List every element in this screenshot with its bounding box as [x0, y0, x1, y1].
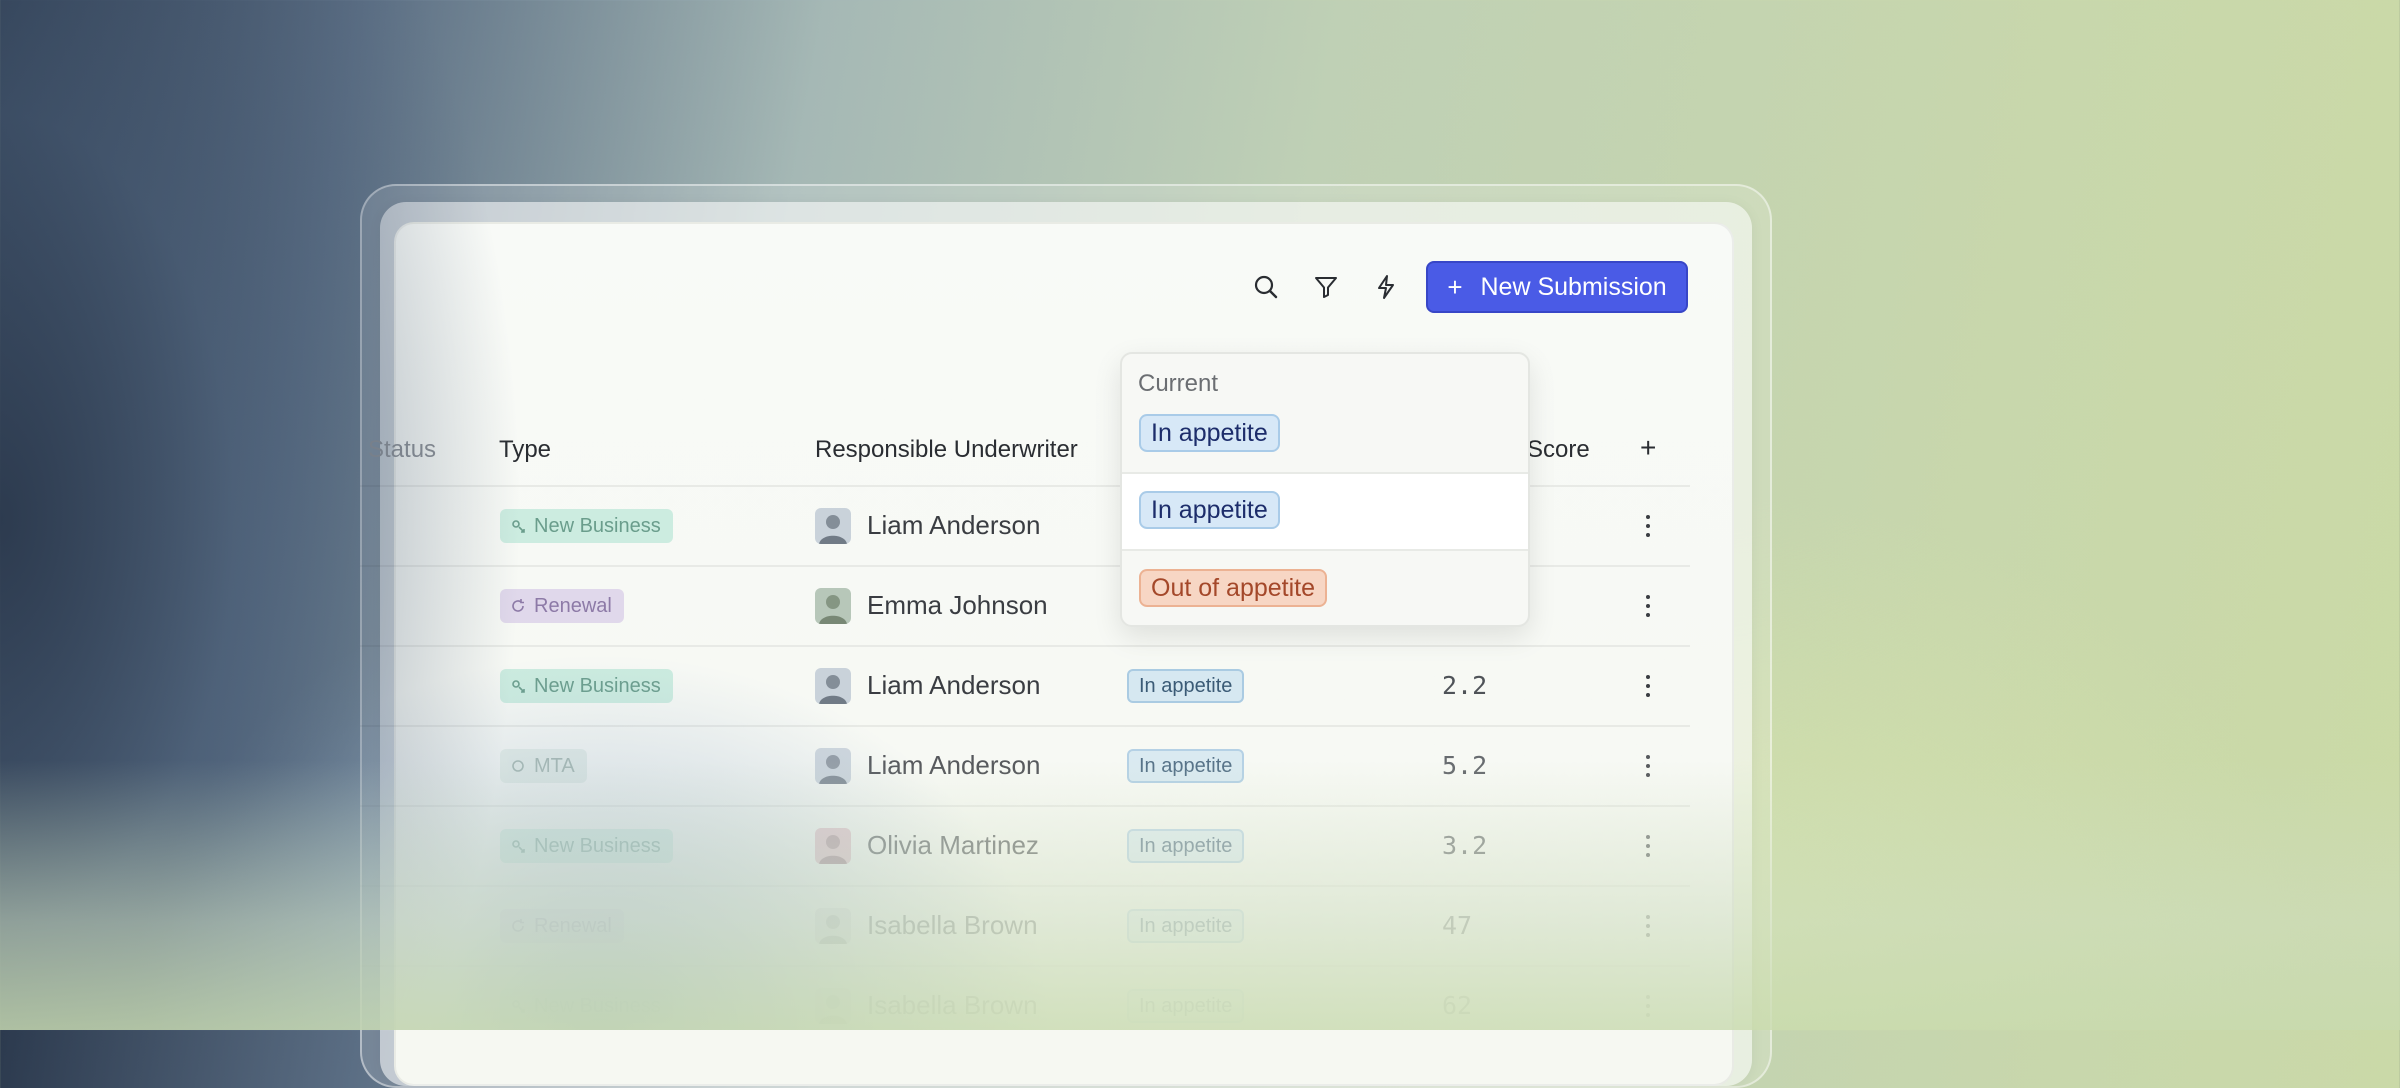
score-value: 3.2 [1442, 831, 1488, 860]
type-badge: New Business [500, 669, 673, 703]
score-value: 5.2 [1442, 751, 1488, 780]
search-icon[interactable] [1242, 263, 1290, 311]
type-badge: MTA [500, 749, 587, 783]
option-pill: Out of appetite [1139, 569, 1328, 607]
new-submission-button[interactable]: + New Submission [1426, 261, 1688, 313]
type-label: New Business [534, 674, 661, 697]
lightning-icon[interactable] [1362, 263, 1410, 311]
plus-icon: + [1447, 271, 1463, 302]
row-menu-icon[interactable] [1640, 671, 1656, 701]
new-business-icon [510, 838, 526, 854]
dropdown-current-label: Current [1138, 370, 1219, 397]
avatar [815, 988, 851, 1024]
avatar [815, 748, 851, 784]
appetite-badge[interactable]: In appetite [1127, 909, 1245, 943]
row-menu-icon[interactable] [1640, 511, 1656, 541]
score-value: 62 [1442, 991, 1473, 1020]
new-submission-label: New Submission [1480, 272, 1667, 301]
dropdown-option-in-appetite[interactable]: In appetite [1122, 474, 1528, 550]
dropdown-option-out-of-appetite[interactable]: Out of appetite [1122, 551, 1528, 625]
type-badge: New Business [500, 989, 673, 1023]
type-label: New Business [534, 834, 661, 857]
appetite-badge[interactable]: In appetite [1127, 749, 1245, 783]
add-column-button[interactable]: + [1640, 432, 1656, 464]
score-value: 2.2 [1442, 671, 1488, 700]
type-label: New Business [534, 514, 661, 537]
type-label: Renewal [534, 914, 612, 937]
underwriter-name: Isabella Brown [867, 990, 1038, 1020]
underwriter-name: Emma Johnson [867, 590, 1048, 620]
type-badge: Renewal [500, 909, 624, 943]
underwriter-name: Liam Anderson [867, 670, 1041, 700]
column-header-status[interactable]: Status [368, 436, 436, 464]
underwriter-name: Liam Anderson [867, 510, 1041, 540]
table-row[interactable]: New Business Liam Anderson In appetite 2.2 [0, 646, 2400, 726]
type-badge: New Business [500, 829, 673, 863]
table-row[interactable]: New Business Isabella Brown In appetite 62 [0, 966, 2400, 1046]
appetite-badge[interactable]: In appetite [1127, 989, 1245, 1023]
table-row[interactable]: Renewal Isabella Brown In appetite 47 [0, 886, 2400, 966]
type-label: Renewal [534, 594, 612, 617]
type-label: New Business [534, 994, 661, 1017]
table-row[interactable]: MTA Liam Anderson In appetite 5.2 [0, 726, 2400, 806]
new-business-icon [510, 998, 526, 1014]
row-menu-icon[interactable] [1640, 911, 1656, 941]
appetite-badge[interactable]: In appetite [1127, 829, 1245, 863]
score-value: 47 [1442, 911, 1473, 940]
avatar [815, 508, 851, 544]
avatar [815, 588, 851, 624]
new-business-icon [510, 678, 526, 694]
filter-icon[interactable] [1302, 263, 1350, 311]
row-menu-icon[interactable] [1640, 991, 1656, 1021]
row-menu-icon[interactable] [1640, 591, 1656, 621]
mta-icon [510, 758, 526, 774]
option-pill: In appetite [1139, 491, 1280, 529]
underwriter-name: Liam Anderson [867, 750, 1041, 780]
appetite-dropdown: Current In appetite In appetite Out of a… [1120, 352, 1530, 627]
column-header-underwriter[interactable]: Responsible Underwriter [815, 436, 1078, 464]
column-header-score[interactable]: Score [1527, 436, 1590, 464]
table-row[interactable]: New Business Olivia Martinez In appetite 3.… [0, 806, 2400, 886]
avatar [815, 908, 851, 944]
renewal-icon [510, 918, 526, 934]
row-menu-icon[interactable] [1640, 831, 1656, 861]
row-menu-icon[interactable] [1640, 751, 1656, 781]
type-badge: New Business [500, 509, 673, 543]
avatar [815, 668, 851, 704]
new-business-icon [510, 518, 526, 534]
underwriter-name: Isabella Brown [867, 910, 1038, 940]
renewal-icon [510, 598, 526, 614]
appetite-badge[interactable]: In appetite [1127, 669, 1245, 703]
avatar [815, 828, 851, 864]
column-header-type[interactable]: Type [499, 436, 551, 464]
type-badge: Renewal [500, 589, 624, 623]
underwriter-name: Olivia Martinez [867, 830, 1039, 860]
type-label: MTA [534, 754, 575, 777]
current-appetite-pill: In appetite [1139, 414, 1280, 452]
